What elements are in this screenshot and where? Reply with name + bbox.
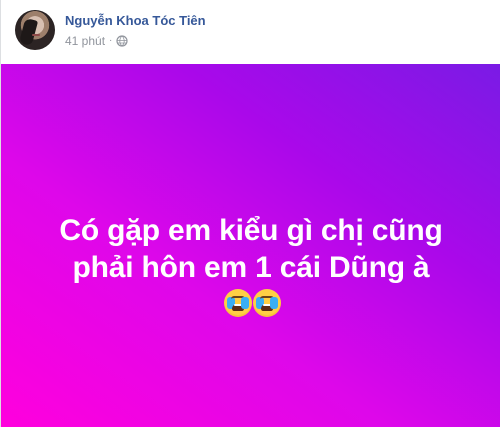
- post-header: Nguyễn Khoa Tóc Tiên 41 phút ·: [1, 0, 500, 64]
- crying-face-tooth: [262, 304, 271, 306]
- crying-face-eyes: [259, 296, 274, 302]
- crying-face-tooth: [233, 304, 242, 306]
- emoji-row: [223, 289, 281, 317]
- author-name-link[interactable]: Nguyễn Khoa Tóc Tiên: [65, 13, 206, 29]
- author-avatar[interactable]: [15, 10, 55, 50]
- crying-face-icon: [223, 289, 252, 317]
- crying-face-icon: [252, 289, 281, 317]
- status-message: Có gặp em kiểu gì chị cũng phải hôn em 1…: [51, 212, 451, 323]
- meta-separator: ·: [109, 35, 113, 46]
- status-message-line-2: phải hôn em 1 cái Dũng à: [72, 251, 430, 284]
- post-meta: 41 phút ·: [65, 34, 128, 48]
- globe-icon[interactable]: [116, 35, 128, 47]
- post-timestamp[interactable]: 41 phút: [65, 34, 105, 48]
- status-background-card: Có gặp em kiểu gì chị cũng phải hôn em 1…: [1, 64, 500, 427]
- status-message-line-1: Có gặp em kiểu gì chị cũng: [59, 214, 443, 247]
- crying-face-eyes: [230, 296, 245, 302]
- facebook-post: Nguyễn Khoa Tóc Tiên 41 phút · Có gặp em…: [0, 0, 500, 427]
